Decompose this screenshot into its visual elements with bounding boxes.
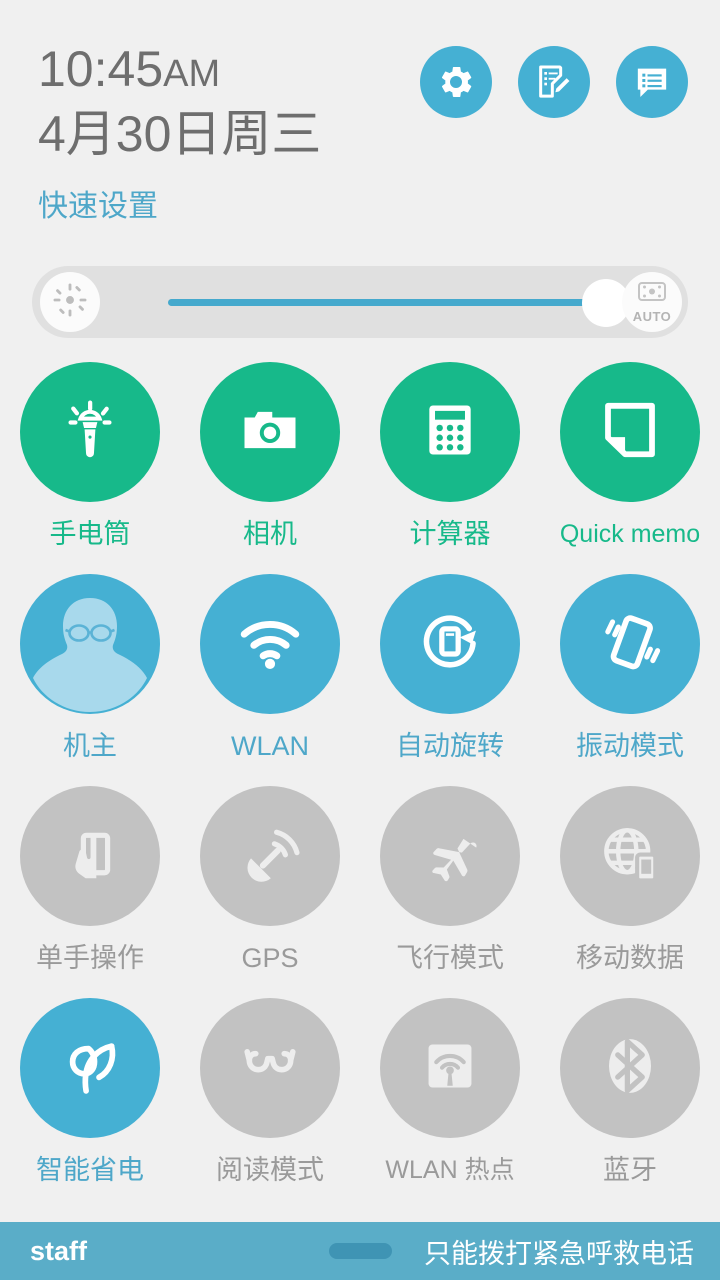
time-row: 10:45AM	[38, 40, 321, 103]
auto-label: AUTO	[632, 308, 672, 324]
tile-row: 机主 WLAN 自动旋转 振动模式	[0, 574, 720, 786]
page-title: 快速设置	[38, 190, 158, 223]
auto-rotate-icon	[415, 607, 485, 682]
tile-icon-circle[interactable]	[20, 574, 160, 714]
drag-handle[interactable]	[329, 1243, 392, 1259]
one-hand-icon	[57, 821, 123, 892]
tile-row: 单手操作 GPS 飞行模式 移动数据	[0, 786, 720, 998]
airplane-icon	[415, 819, 485, 894]
clock-date: 4月30日周三	[38, 106, 322, 162]
tile-icon-circle[interactable]	[560, 362, 700, 502]
tile-icon-circle[interactable]	[380, 574, 520, 714]
tile-wlan[interactable]: WLAN	[180, 574, 360, 786]
owner-avatar-icon	[20, 574, 160, 714]
clock-time: 10:45	[38, 41, 164, 97]
calculator-icon	[419, 399, 481, 466]
tile-icon-circle[interactable]	[380, 362, 520, 502]
brightness-icon-button[interactable]	[40, 272, 100, 332]
settings-button[interactable]	[420, 46, 492, 118]
tile-label: 阅读模式	[216, 1155, 324, 1185]
tile-icon-circle[interactable]	[20, 998, 160, 1138]
emergency-status-label: 只能拨打紧急呼救电话	[424, 1238, 694, 1269]
tile-icon-circle[interactable]	[20, 786, 160, 926]
message-list-icon	[632, 62, 672, 102]
power-save-leaf-icon	[54, 1030, 126, 1107]
tile-label: 自动旋转	[396, 731, 504, 761]
brightness-sun-icon	[51, 281, 89, 324]
mobile-data-icon	[597, 821, 663, 892]
tile-one-hand[interactable]: 单手操作	[0, 786, 180, 998]
tile-calculator[interactable]: 计算器	[360, 362, 540, 574]
tile-power-save[interactable]: 智能省电	[0, 998, 180, 1210]
camera-icon	[236, 396, 304, 469]
header: 10:45AM 4月30日周三 快速设置	[0, 0, 720, 250]
tile-quick-memo[interactable]: Quick memo	[540, 362, 720, 574]
tile-label: WLAN 热点	[385, 1156, 515, 1184]
tile-label: 智能省电	[36, 1155, 144, 1185]
tile-icon-circle[interactable]	[20, 362, 160, 502]
note-edit-icon	[534, 62, 574, 102]
tile-label: GPS	[241, 943, 299, 973]
flashlight-icon	[56, 396, 124, 469]
tile-label: 机主	[63, 731, 117, 761]
messages-button[interactable]	[616, 46, 688, 118]
clock-block: 10:45AM 4月30日周三	[38, 40, 321, 165]
tile-icon-circle[interactable]	[560, 786, 700, 926]
tile-airplane-mode[interactable]: 飞行模式	[360, 786, 540, 998]
quick-settings-screen: 10:45AM 4月30日周三 快速设置 AUTO 手电筒 相机 计算器 Qui…	[0, 0, 720, 1280]
slider-fill	[168, 299, 620, 306]
hotspot-icon	[417, 1033, 483, 1104]
tile-gps[interactable]: GPS	[180, 786, 360, 998]
tile-icon-circle[interactable]	[560, 998, 700, 1138]
tile-camera[interactable]: 相机	[180, 362, 360, 574]
bottom-status-bar[interactable]: staff 只能拨打紧急呼救电话	[0, 1222, 720, 1280]
quick-settings-grid: 手电筒 相机 计算器 Quick memo 机主 WLAN 自动旋转 振动模式 …	[0, 362, 720, 1210]
bluetooth-icon	[595, 1031, 665, 1106]
tile-label: 相机	[243, 519, 297, 549]
tile-row: 手电筒 相机 计算器 Quick memo	[0, 362, 720, 574]
tile-label: 计算器	[409, 519, 491, 549]
brightness-slider-bar[interactable]: AUTO	[32, 266, 688, 338]
quick-memo-icon	[597, 397, 663, 468]
tile-icon-circle[interactable]	[200, 574, 340, 714]
tile-icon-circle[interactable]	[560, 574, 700, 714]
tile-label: 移动数据	[576, 943, 684, 973]
brightness-track-area[interactable]	[138, 266, 658, 338]
tile-label: Quick memo	[559, 520, 701, 548]
wifi-icon	[234, 606, 306, 683]
vibrate-icon	[594, 606, 666, 683]
tile-row: 智能省电 阅读模式 WLAN 热点 蓝牙	[0, 998, 720, 1210]
tile-vibrate[interactable]: 振动模式	[540, 574, 720, 786]
tile-label: 振动模式	[576, 731, 684, 761]
auto-brightness-button[interactable]: AUTO	[622, 272, 682, 332]
settings-gear-icon	[436, 62, 476, 102]
tile-mobile-data[interactable]: 移动数据	[540, 786, 720, 998]
reading-glasses-icon	[233, 1029, 307, 1108]
tile-label: WLAN	[230, 731, 309, 761]
tile-label: 单手操作	[36, 943, 144, 973]
carrier-label: staff	[30, 1235, 88, 1266]
tile-icon-circle[interactable]	[380, 786, 520, 926]
header-icon-group	[420, 46, 688, 118]
tile-reading-mode[interactable]: 阅读模式	[180, 998, 360, 1210]
tile-bluetooth[interactable]: 蓝牙	[540, 998, 720, 1210]
clock-ampm: AM	[163, 53, 221, 95]
tile-flashlight[interactable]: 手电筒	[0, 362, 180, 574]
tile-icon-circle[interactable]	[200, 998, 340, 1138]
auto-sensor-icon	[637, 281, 667, 308]
notes-button[interactable]	[518, 46, 590, 118]
tile-wlan-hotspot[interactable]: WLAN 热点	[360, 998, 540, 1210]
tile-icon-circle[interactable]	[200, 786, 340, 926]
tile-owner[interactable]: 机主	[0, 574, 180, 786]
tile-label: 飞行模式	[396, 943, 504, 973]
gps-satellite-icon	[237, 821, 303, 892]
tile-icon-circle[interactable]	[380, 998, 520, 1138]
tile-auto-rotate[interactable]: 自动旋转	[360, 574, 540, 786]
tile-label: 蓝牙	[603, 1155, 657, 1185]
tile-icon-circle[interactable]	[200, 362, 340, 502]
tile-label: 手电筒	[49, 519, 131, 549]
